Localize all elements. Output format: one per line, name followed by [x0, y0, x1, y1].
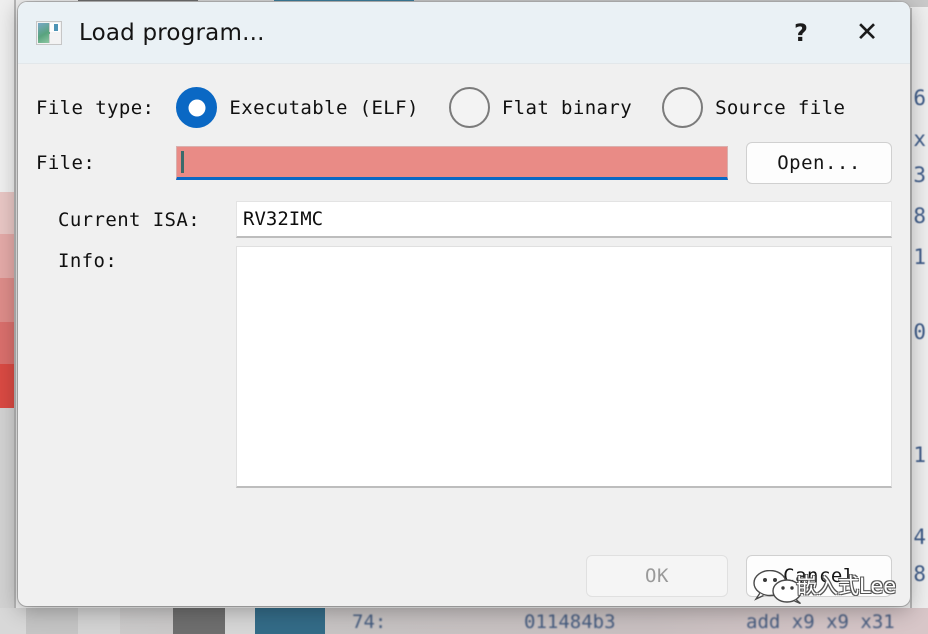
dialog-body: File type: Executable (ELF) Flat binary … [18, 64, 910, 606]
radio-label-executable-elf: Executable (ELF) [229, 96, 419, 119]
background-instruction-opcode: 011484b3 [524, 611, 616, 633]
radio-unselected-icon[interactable] [448, 87, 490, 128]
dialog-footer: OK Cancel [586, 555, 892, 597]
radio-unselected-icon[interactable] [662, 87, 704, 128]
info-textarea[interactable] [236, 246, 892, 488]
background-chip [225, 608, 255, 634]
info-row: Info: [58, 246, 892, 488]
background-chip [173, 608, 225, 634]
background-instruction-index: 74: [352, 611, 387, 633]
file-input-wrapper [176, 146, 728, 180]
radio-executable-elf[interactable]: Executable (ELF) [176, 87, 418, 128]
background-value: 6 [913, 86, 926, 110]
text-caret [181, 151, 184, 173]
background-heatmap-column [0, 0, 14, 634]
current-isa-label: Current ISA: [58, 208, 201, 231]
current-isa-value: RV32IMC [236, 201, 892, 238]
background-value: 0 [913, 320, 926, 344]
file-type-radio-group: Executable (ELF) Flat binary Source file [176, 87, 845, 128]
cancel-button[interactable]: Cancel [746, 555, 892, 597]
current-isa-row: Current ISA: RV32IMC [58, 201, 892, 238]
file-input[interactable] [176, 146, 728, 180]
help-button[interactable]: ? [770, 2, 832, 63]
file-label: File: [36, 152, 96, 174]
background-value: 8 [913, 562, 926, 586]
close-button[interactable]: ✕ [836, 2, 898, 63]
background-value: 8 [913, 204, 926, 228]
background-value: 4 [913, 525, 926, 549]
background-instruction-disasm: add x9 x9 x31 [746, 611, 895, 633]
background-divider [910, 8, 912, 634]
dialog-title-bar: Load program... ? ✕ [18, 2, 910, 64]
file-type-row: File type: Executable (ELF) Flat binary … [36, 87, 845, 128]
file-type-label: File type: [36, 96, 155, 119]
radio-label-flat-binary: Flat binary [501, 96, 633, 119]
radio-flat-binary[interactable]: Flat binary [448, 87, 633, 128]
background-chip [26, 608, 78, 634]
program-window-icon [36, 20, 62, 45]
dialog-title: Load program... [79, 19, 265, 46]
file-row: File: Open... [36, 142, 892, 184]
load-program-dialog: Load program... ? ✕ File type: Executabl… [18, 2, 910, 606]
ok-button[interactable]: OK [586, 555, 728, 597]
background-chip [255, 608, 325, 634]
background-divider [14, 0, 16, 634]
background-value: 1 [913, 443, 926, 467]
background-chip [0, 608, 26, 634]
radio-label-source-file: Source file [715, 96, 846, 119]
radio-source-file[interactable]: Source file [662, 87, 845, 128]
background-value: x [913, 127, 926, 151]
background-chip [78, 608, 120, 634]
open-file-button[interactable]: Open... [746, 142, 892, 184]
radio-selected-icon[interactable] [176, 87, 218, 128]
background-value: 3 [913, 163, 926, 187]
background-value: 1 [913, 245, 926, 269]
info-label: Info: [58, 250, 118, 272]
